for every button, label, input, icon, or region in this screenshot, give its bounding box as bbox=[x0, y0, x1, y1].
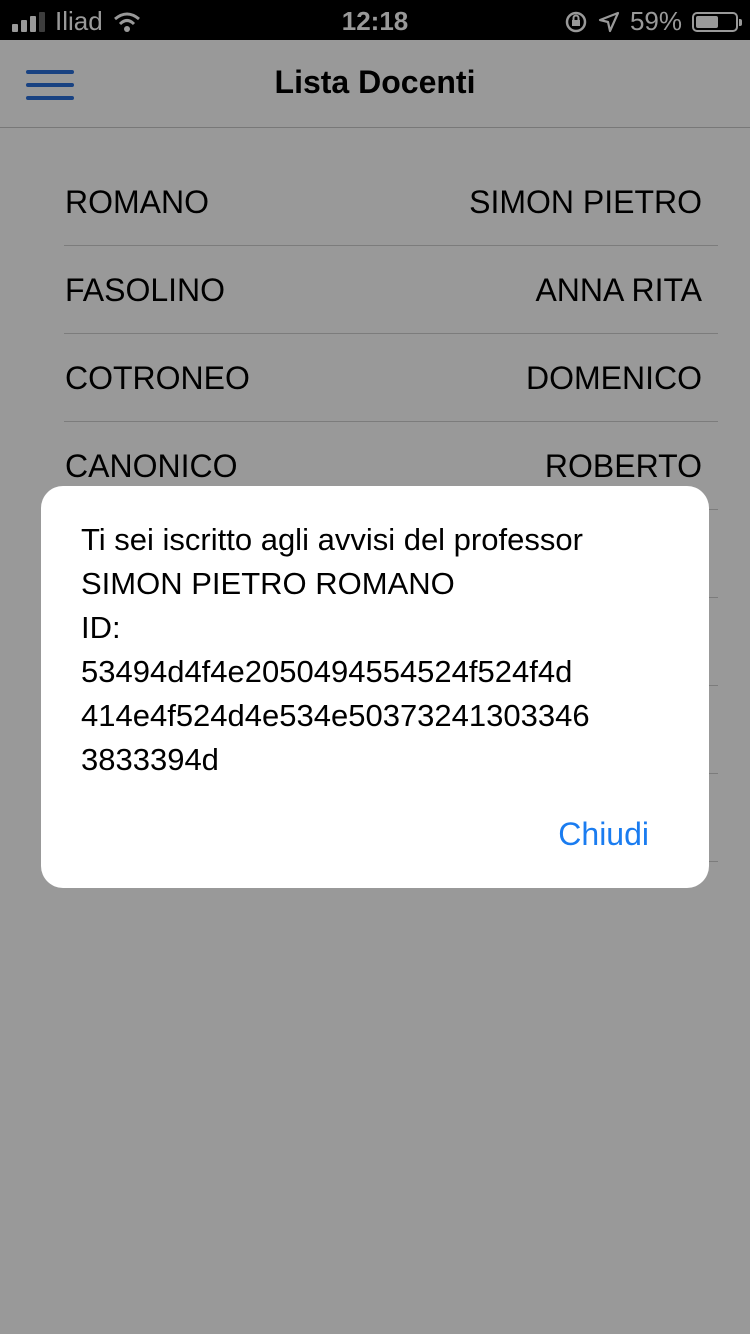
alert-message-line: Ti sei iscritto agli avvisi del professo… bbox=[81, 522, 583, 557]
alert-message-line: 53494d4f4e2050494554524f524f4d bbox=[81, 654, 573, 689]
close-button[interactable]: Chiudi bbox=[558, 816, 649, 853]
alert-message: Ti sei iscritto agli avvisi del professo… bbox=[81, 518, 681, 782]
alert-message-line: 3833394d bbox=[81, 742, 219, 777]
alert-message-line: ID: bbox=[81, 610, 121, 645]
alert-message-line: 414e4f524d4e534e50373241303346 bbox=[81, 698, 590, 733]
alert-dialog: Ti sei iscritto agli avvisi del professo… bbox=[41, 486, 709, 888]
alert-message-line: SIMON PIETRO ROMANO bbox=[81, 566, 455, 601]
